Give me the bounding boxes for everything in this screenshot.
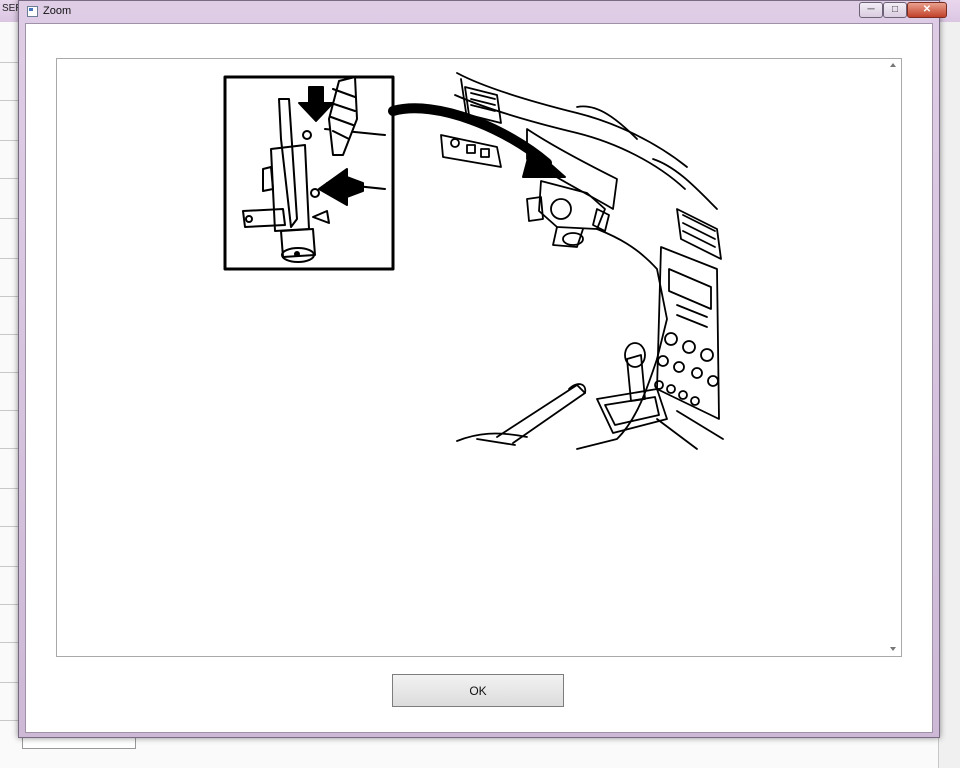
- dialog-title: Zoom: [43, 5, 72, 17]
- zoom-dialog: Zoom ─ □ ✕ OK: [18, 0, 947, 738]
- inset-detail: [223, 75, 395, 271]
- window-icon: [27, 6, 38, 17]
- scroll-up-icon[interactable]: [890, 63, 896, 67]
- close-button[interactable]: ✕: [907, 2, 947, 18]
- ok-button[interactable]: OK: [392, 674, 564, 707]
- vertical-scrollbar[interactable]: [887, 59, 901, 656]
- dialog-client-area: OK: [25, 23, 933, 733]
- background-bottom-area: [22, 736, 938, 768]
- maximize-button[interactable]: □: [883, 2, 907, 18]
- minimize-button[interactable]: ─: [859, 2, 883, 18]
- ignition-switch-illustration: [223, 72, 724, 450]
- scroll-down-icon[interactable]: [890, 647, 896, 651]
- zoom-image-viewport[interactable]: [56, 58, 902, 657]
- background-right-strip: [938, 22, 960, 768]
- dialog-titlebar[interactable]: Zoom ─ □ ✕: [19, 1, 947, 23]
